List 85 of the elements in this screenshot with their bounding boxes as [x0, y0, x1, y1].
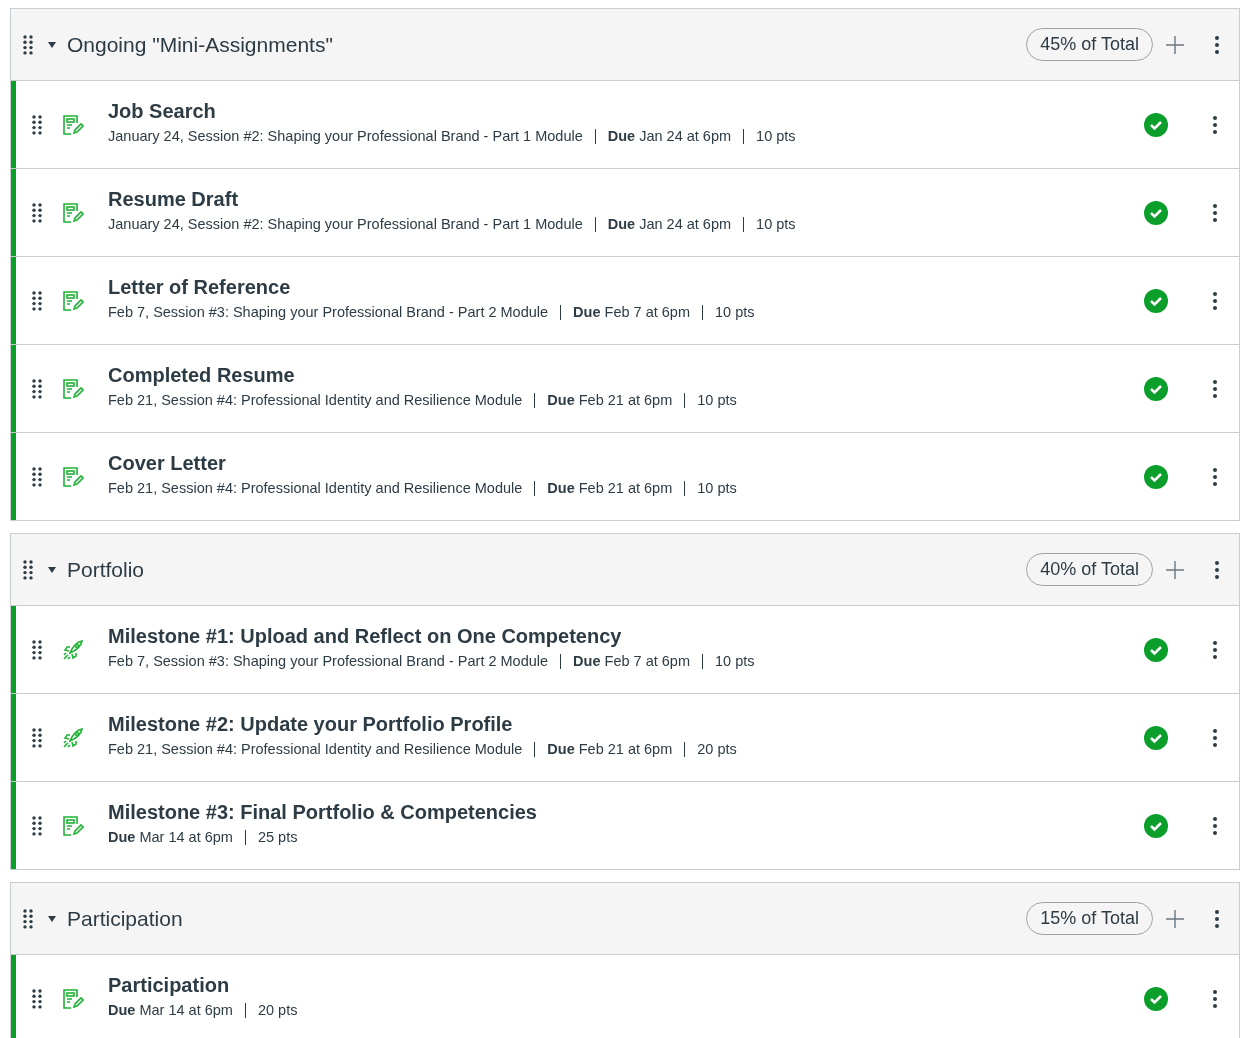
assignment-title[interactable]: Letter of Reference: [108, 275, 1143, 299]
assignment-title[interactable]: Participation: [108, 973, 1143, 997]
points-text: 20 pts: [244, 1002, 310, 1018]
more-options-icon[interactable]: [1213, 728, 1217, 747]
points-text: 10 pts: [684, 480, 749, 496]
drag-handle-icon[interactable]: [23, 558, 33, 581]
due-date: Due Feb 7 at 6pm: [560, 653, 702, 669]
points-text: 10 pts: [684, 392, 749, 408]
more-options-icon[interactable]: [1215, 909, 1219, 928]
assignment-icon: [62, 987, 84, 1010]
rocket-icon: [62, 638, 84, 661]
points-text: 25 pts: [244, 829, 310, 845]
module-text: Feb 21, Session #4: Professional Identity and Resilience Module: [108, 741, 524, 757]
published-check-icon[interactable]: [1143, 636, 1169, 663]
published-check-icon[interactable]: [1143, 985, 1169, 1012]
published-check-icon[interactable]: [1143, 375, 1169, 402]
more-options-icon[interactable]: [1215, 560, 1219, 579]
group-title: Participation: [67, 906, 184, 931]
more-options-icon[interactable]: [1213, 989, 1217, 1008]
assignment-icon: [62, 113, 84, 136]
points-text: 10 pts: [701, 304, 767, 320]
assignment-title[interactable]: Cover Letter: [108, 451, 1143, 475]
drag-handle-icon[interactable]: [32, 289, 42, 312]
due-date: Due Jan 24 at 6pm: [594, 128, 744, 144]
weight-badge: 15% of Total: [1026, 902, 1153, 935]
published-check-icon[interactable]: [1143, 812, 1169, 839]
drag-handle-icon[interactable]: [23, 907, 33, 930]
published-check-icon[interactable]: [1143, 287, 1169, 314]
caret-down-icon[interactable]: [47, 914, 57, 923]
module-text: Feb 21, Session #4: Professional Identity and Resilience Module: [108, 392, 524, 408]
weight-badge: 40% of Total: [1026, 553, 1153, 586]
points-text: 10 pts: [701, 653, 767, 669]
due-date: Due Feb 21 at 6pm: [534, 741, 685, 757]
weight-badge: 45% of Total: [1026, 28, 1153, 61]
published-check-icon[interactable]: [1143, 463, 1169, 490]
rocket-icon: [62, 726, 84, 749]
caret-down-icon[interactable]: [47, 565, 57, 574]
due-date: Due Jan 24 at 6pm: [594, 216, 744, 232]
module-text: Feb 7, Session #3: Shaping your Professional Brand - Part 2 Module: [108, 653, 550, 669]
more-options-icon[interactable]: [1213, 640, 1217, 659]
module-text: Feb 21, Session #4: Professional Identity and Resilience Module: [108, 480, 524, 496]
more-options-icon[interactable]: [1213, 816, 1217, 835]
assignment-title[interactable]: Job Search: [108, 99, 1143, 123]
published-check-icon[interactable]: [1143, 724, 1169, 751]
assignment-icon: [62, 465, 84, 488]
published-check-icon[interactable]: [1143, 111, 1169, 138]
assignment-icon: [62, 814, 84, 837]
drag-handle-icon[interactable]: [32, 814, 42, 837]
drag-handle-icon[interactable]: [32, 638, 42, 661]
due-date: Due Feb 7 at 6pm: [560, 304, 702, 320]
points-text: 20 pts: [684, 741, 749, 757]
caret-down-icon[interactable]: [47, 40, 57, 49]
more-options-icon[interactable]: [1213, 203, 1217, 222]
assignment-title[interactable]: Milestone #2: Update your Portfolio Profile: [108, 712, 1143, 736]
more-options-icon[interactable]: [1213, 467, 1217, 486]
module-text: Feb 7, Session #3: Shaping your Professional Brand - Part 2 Module: [108, 304, 550, 320]
drag-handle-icon[interactable]: [32, 987, 42, 1010]
group-title: Portfolio: [67, 557, 146, 582]
drag-handle-icon[interactable]: [32, 113, 42, 136]
due-date: Due Mar 14 at 6pm: [108, 829, 234, 845]
assignment-title[interactable]: Milestone #1: Upload and Reflect on One Competency: [108, 624, 1143, 648]
module-text: January 24, Session #2: Shaping your Professional Brand - Part 1 Module: [108, 216, 584, 232]
more-options-icon[interactable]: [1213, 379, 1217, 398]
assignment-title[interactable]: Milestone #3: Final Portfolio & Competencies: [108, 800, 1143, 824]
points-text: 10 pts: [743, 128, 808, 144]
due-date: Due Feb 21 at 6pm: [534, 480, 685, 496]
drag-handle-icon[interactable]: [23, 33, 33, 56]
module-text: January 24, Session #2: Shaping your Professional Brand - Part 1 Module: [108, 128, 584, 144]
more-options-icon[interactable]: [1215, 35, 1219, 54]
points-text: 10 pts: [743, 216, 808, 232]
more-options-icon[interactable]: [1213, 291, 1217, 310]
assignment-icon: [62, 377, 84, 400]
group-title: Ongoing "Mini-Assignments": [67, 32, 334, 57]
published-check-icon[interactable]: [1143, 199, 1169, 226]
drag-handle-icon[interactable]: [32, 201, 42, 224]
assignment-icon: [62, 289, 84, 312]
due-date: Due Mar 14 at 6pm: [108, 1002, 234, 1018]
due-date: Due Feb 21 at 6pm: [534, 392, 685, 408]
drag-handle-icon[interactable]: [32, 726, 42, 749]
assignment-title[interactable]: Completed Resume: [108, 363, 1143, 387]
assignment-title[interactable]: Resume Draft: [108, 187, 1143, 211]
more-options-icon[interactable]: [1213, 115, 1217, 134]
drag-handle-icon[interactable]: [32, 377, 42, 400]
drag-handle-icon[interactable]: [32, 465, 42, 488]
assignment-icon: [62, 201, 84, 224]
